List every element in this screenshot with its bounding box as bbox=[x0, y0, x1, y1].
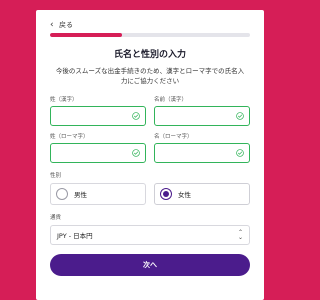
currency-label: 通貨 bbox=[50, 215, 62, 221]
back-link[interactable]: ‹ 戻る bbox=[50, 20, 250, 30]
field-first-name-roman: 名（ローマ字） bbox=[154, 133, 250, 163]
field-label: 名（ローマ字） bbox=[154, 134, 193, 140]
check-circle-icon bbox=[236, 112, 244, 120]
currency-value: JPY - 日本円 bbox=[57, 232, 93, 240]
check-circle-icon bbox=[132, 112, 140, 120]
check-circle-icon bbox=[236, 149, 244, 157]
chevron-left-icon: ‹ bbox=[50, 20, 54, 30]
form-card: ‹ 戻る 氏名と性別の入力 今後のスムーズな出金手続きのため、漢字とローマ字での… bbox=[36, 10, 264, 300]
gender-label: 性別 bbox=[50, 173, 62, 179]
name-fields: 姓（漢字） 名前（漢字） 姓（ローマ字） 名（ローマ字） bbox=[50, 96, 250, 163]
field-first-name-kanji: 名前（漢字） bbox=[154, 96, 250, 126]
gender-option-female[interactable]: 女性 bbox=[154, 183, 250, 205]
last-name-kanji-input[interactable] bbox=[50, 106, 146, 126]
progress-fill bbox=[50, 33, 122, 37]
page-description: 今後のスムーズな出金手続きのため、漢字とローマ字での氏名入力にご協力ください bbox=[55, 67, 245, 85]
field-last-name-roman: 姓（ローマ字） bbox=[50, 133, 146, 163]
radio-selected-icon bbox=[160, 188, 172, 200]
currency-select[interactable]: JPY - 日本円 ⌃ ⌄ bbox=[50, 225, 250, 245]
chevron-up-down-icon: ⌃ ⌄ bbox=[237, 229, 243, 241]
page-title: 氏名と性別の入力 bbox=[113, 50, 186, 60]
check-circle-icon bbox=[132, 149, 140, 157]
first-name-kanji-input[interactable] bbox=[154, 106, 250, 126]
progress-bar bbox=[50, 33, 250, 37]
gender-options: 男性 女性 bbox=[50, 183, 250, 205]
gender-option-label: 男性 bbox=[74, 191, 87, 199]
next-button[interactable]: 次へ bbox=[50, 254, 250, 276]
field-label: 姓（漢字） bbox=[50, 97, 78, 103]
field-label: 姓（ローマ字） bbox=[50, 134, 89, 140]
first-name-roman-input[interactable] bbox=[154, 143, 250, 163]
gender-option-label: 女性 bbox=[178, 191, 191, 199]
last-name-roman-input[interactable] bbox=[50, 143, 146, 163]
field-last-name-kanji: 姓（漢字） bbox=[50, 96, 146, 126]
gender-option-male[interactable]: 男性 bbox=[50, 183, 146, 205]
back-label: 戻る bbox=[59, 21, 73, 29]
field-label: 名前（漢字） bbox=[154, 97, 188, 103]
radio-unselected-icon bbox=[56, 188, 68, 200]
